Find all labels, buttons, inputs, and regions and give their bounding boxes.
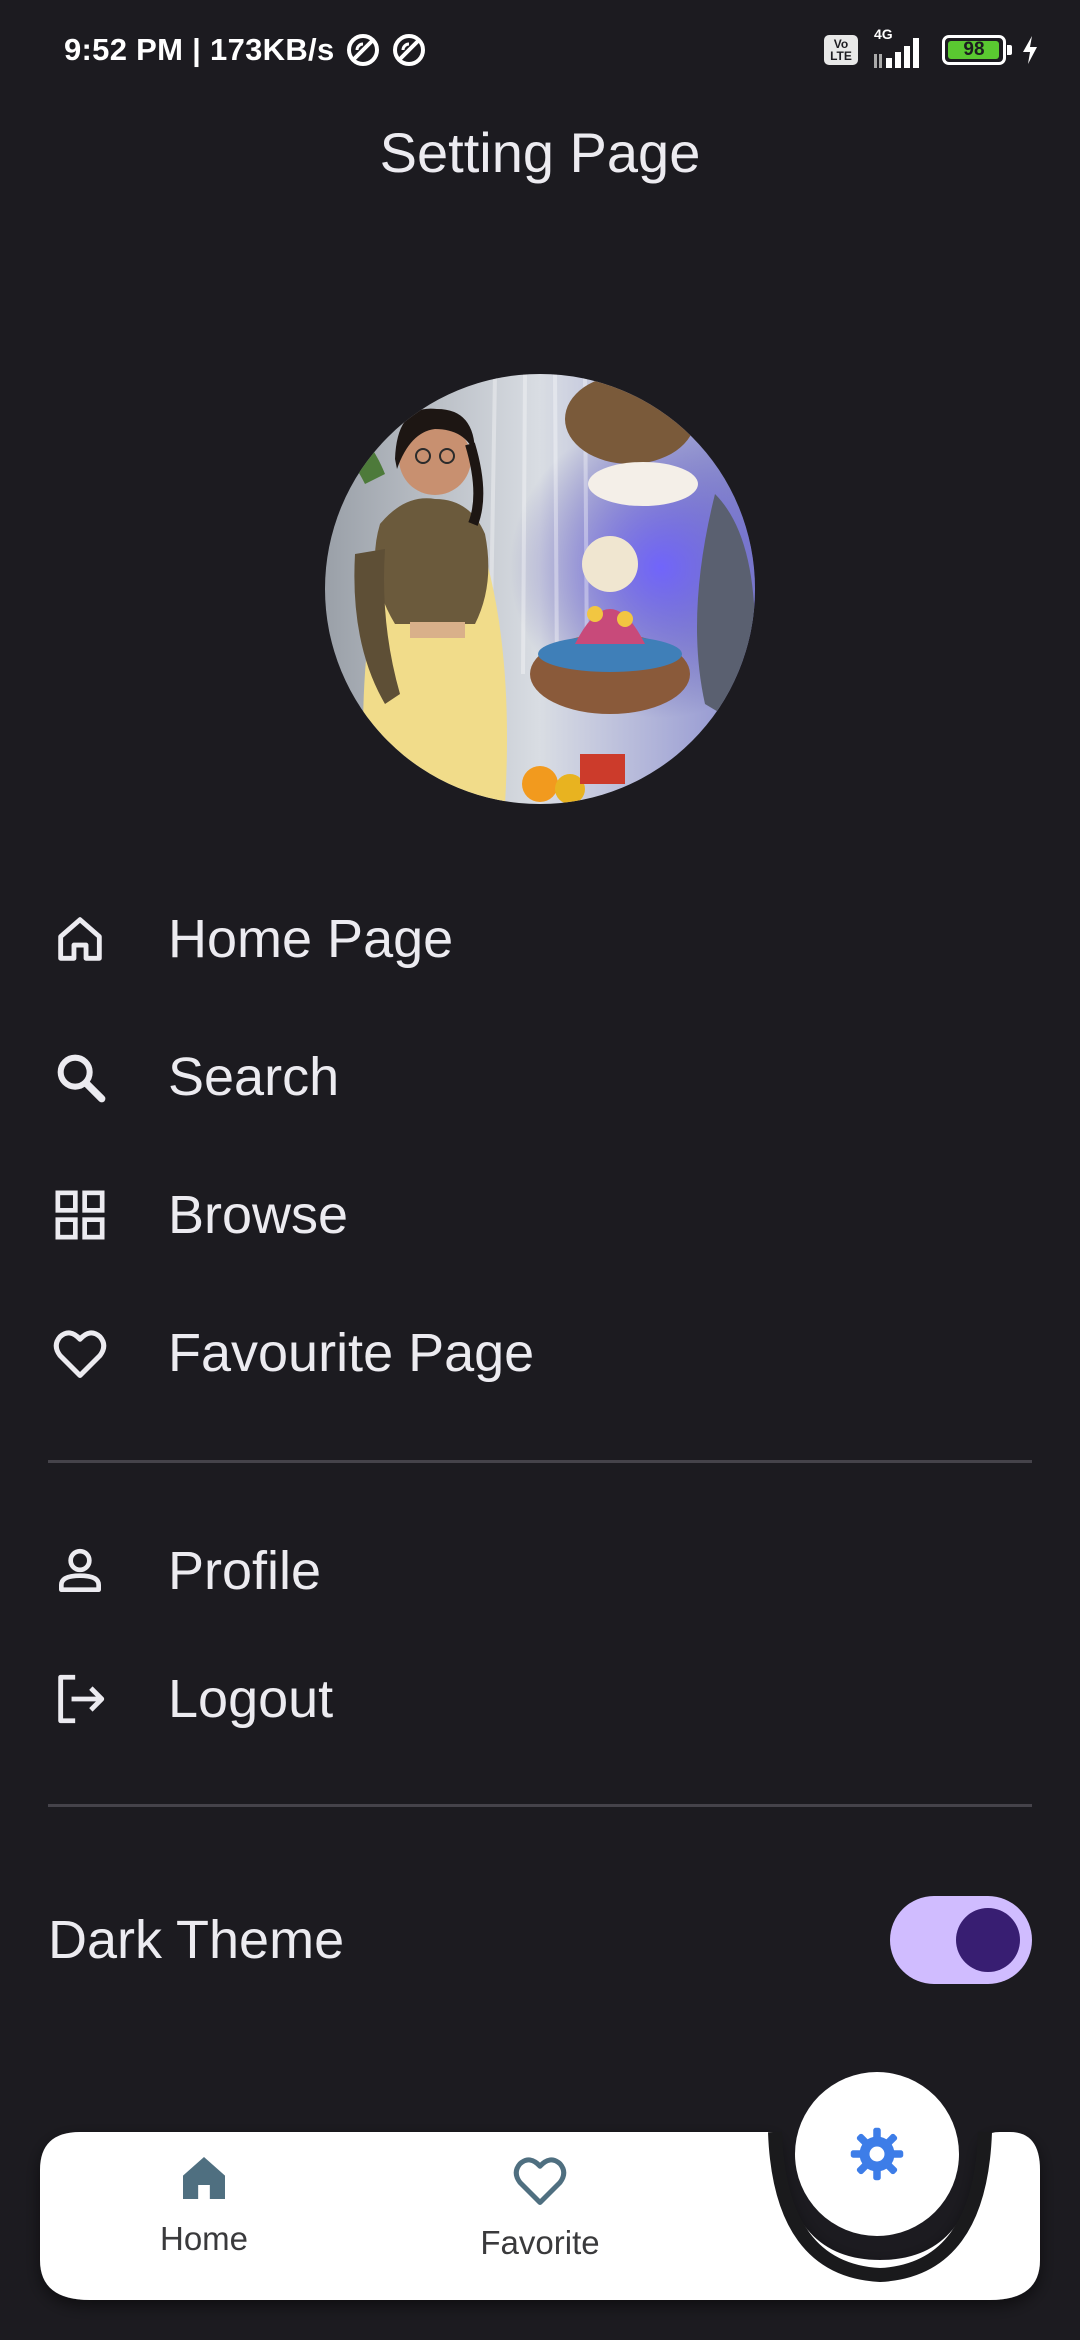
heart-outline-icon bbox=[510, 2150, 570, 2210]
dark-theme-label: Dark Theme bbox=[48, 1910, 345, 1970]
battery-percent: 98 bbox=[963, 39, 985, 60]
volte-icon: Vo LTE bbox=[824, 35, 858, 65]
dark-theme-toggle[interactable] bbox=[890, 1896, 1032, 1984]
menu-item-label: Search bbox=[168, 1047, 340, 1107]
menu-item-home-page[interactable]: Home Page bbox=[48, 884, 1032, 994]
status-right: Vo LTE 4G 98 bbox=[824, 26, 1040, 72]
status-time-speed: 9:52 PM | 173KB/s bbox=[64, 32, 335, 67]
avatar-photo bbox=[325, 374, 755, 804]
do-not-disturb-icon bbox=[345, 32, 381, 68]
divider bbox=[48, 1460, 1032, 1463]
menu-item-label: Home Page bbox=[168, 909, 454, 969]
menu-item-search[interactable]: Search bbox=[48, 1022, 1032, 1132]
divider bbox=[48, 1804, 1032, 1807]
menu-item-logout[interactable]: Logout bbox=[48, 1644, 1032, 1754]
menu-item-label: Profile bbox=[168, 1541, 322, 1601]
battery-icon: 98 bbox=[942, 35, 1012, 65]
logout-icon bbox=[48, 1667, 112, 1731]
nav-item-home[interactable]: Home bbox=[104, 2150, 304, 2280]
home-filled-icon bbox=[176, 2150, 232, 2206]
toggle-knob bbox=[956, 1908, 1020, 1972]
heart-icon bbox=[48, 1321, 112, 1385]
person-icon bbox=[48, 1539, 112, 1603]
search-icon bbox=[48, 1045, 112, 1109]
menu-item-profile[interactable]: Profile bbox=[48, 1516, 1032, 1626]
menu-item-browse[interactable]: Browse bbox=[48, 1160, 1032, 1270]
settings-screen: 9:52 PM | 173KB/s Vo LTE 4G 98 Setting P… bbox=[0, 0, 1080, 2340]
nav-label-home: Home bbox=[159, 2220, 249, 2257]
grid-icon bbox=[48, 1183, 112, 1247]
menu-item-favourite-page[interactable]: Favourite Page bbox=[48, 1298, 1032, 1408]
menu-item-label: Browse bbox=[168, 1185, 349, 1245]
status-bar: 9:52 PM | 173KB/s Vo LTE 4G 98 bbox=[0, 0, 1080, 100]
avatar[interactable] bbox=[325, 374, 755, 804]
signal-icon: 4G bbox=[872, 26, 928, 70]
nav-item-favorite[interactable]: Favorite bbox=[440, 2150, 640, 2280]
menu-item-label: Favourite Page bbox=[168, 1323, 535, 1383]
nav-label-favorite: Favorite bbox=[480, 2224, 600, 2261]
charging-icon bbox=[1020, 34, 1040, 66]
gear-icon bbox=[847, 2124, 907, 2184]
do-not-disturb-icon-2 bbox=[391, 32, 427, 68]
page-title: Setting Page bbox=[379, 121, 701, 184]
menu-item-label: Logout bbox=[168, 1669, 334, 1729]
settings-fab[interactable] bbox=[795, 2072, 959, 2236]
status-left: 9:52 PM | 173KB/s bbox=[64, 30, 427, 70]
dark-theme-row: Dark Theme bbox=[48, 1885, 1032, 1995]
home-icon bbox=[48, 907, 112, 971]
